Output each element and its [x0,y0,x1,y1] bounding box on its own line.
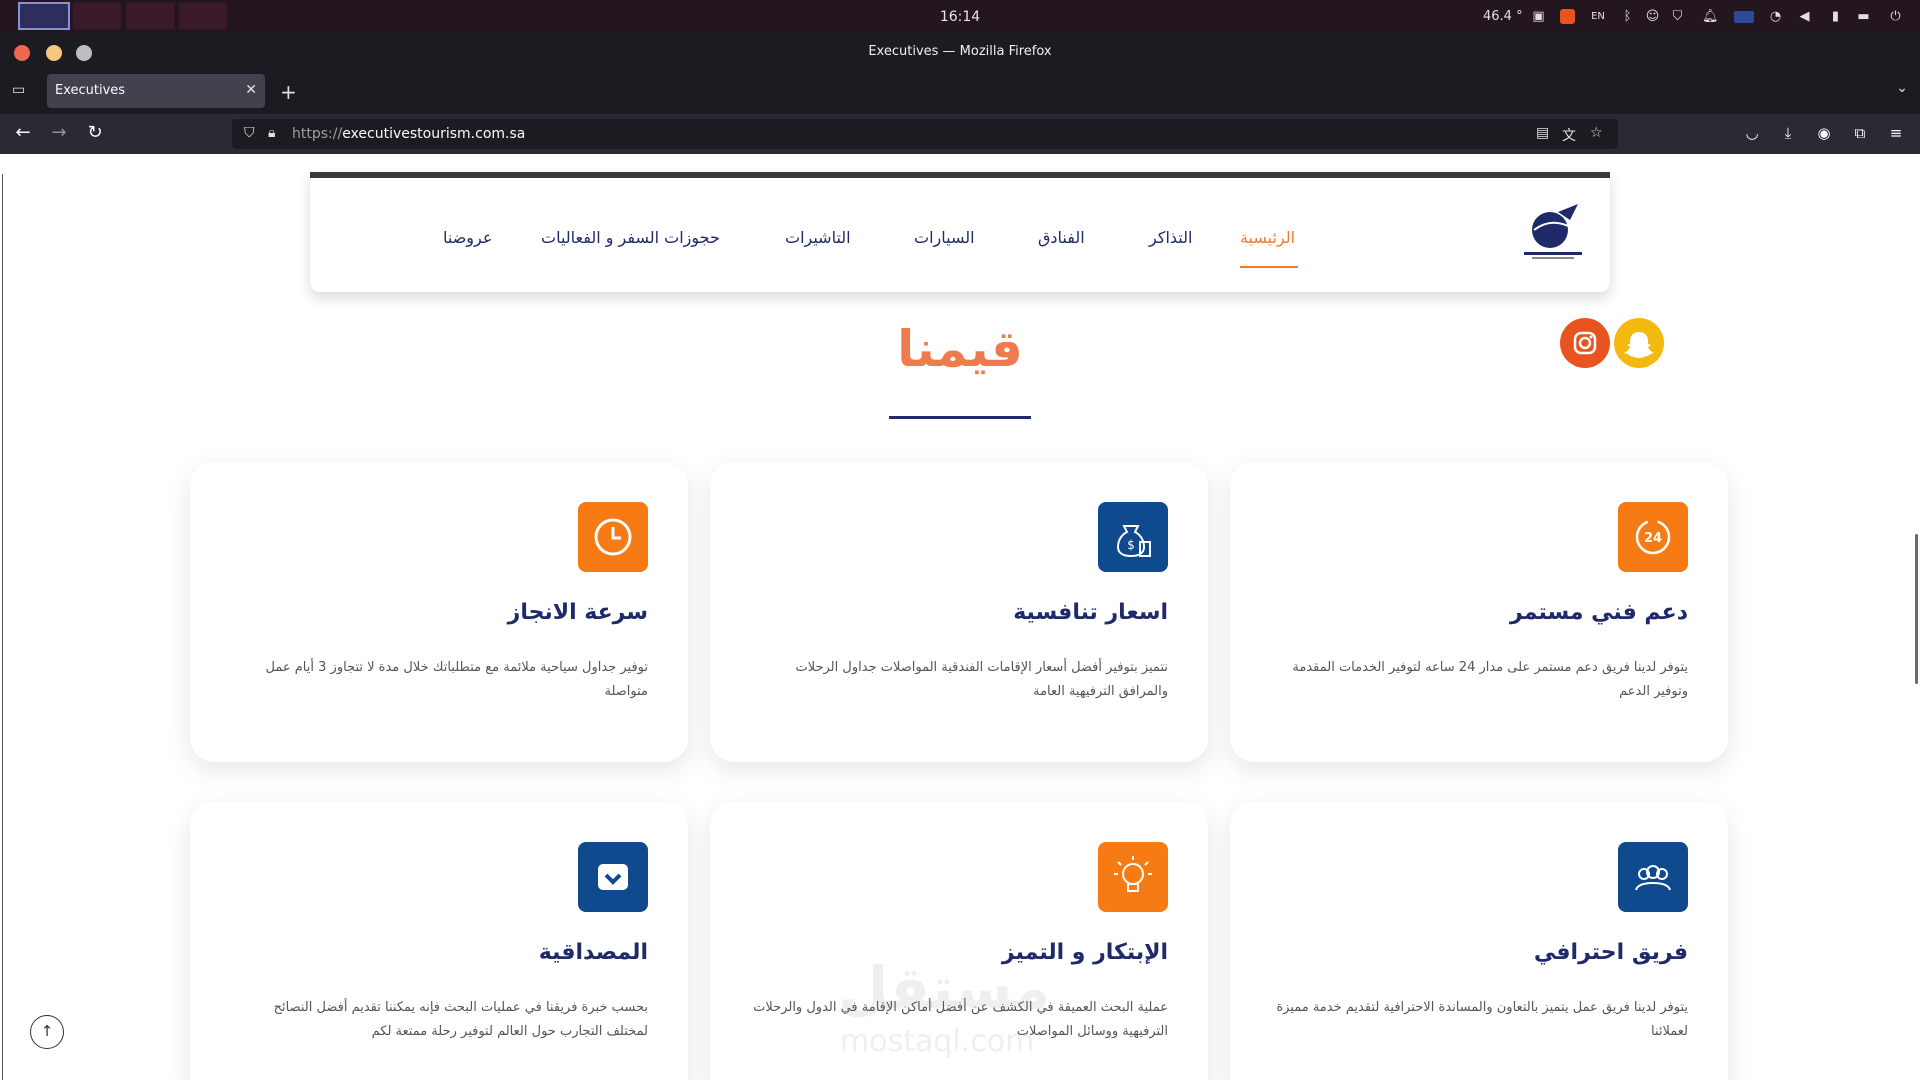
card-description: بحسب خبرة فريقنا في عمليات البحث فإنه يم… [273,1000,648,1039]
volume-icon[interactable]: ◀ [1797,9,1812,24]
bluetooth-icon[interactable]: ᛒ [1620,9,1635,24]
card-title: فريق احترافي [1533,940,1688,965]
lightbulb-icon [1098,842,1174,918]
window-titlebar: Executives — Mozilla Firefox [0,34,1920,70]
browser-tab[interactable]: Executives ✕ [47,74,265,108]
card-title: اسعار تنافسية [1013,600,1168,625]
bookmark-star-icon[interactable]: ☆ [1590,125,1603,141]
card-title: دعم فني مستمر [1510,600,1688,625]
section-title: قيمنا [897,320,1023,378]
shield-check-icon [578,842,654,918]
tab-title: Executives [55,83,126,98]
money-bag-icon: $ [1098,502,1174,578]
keyboard-language[interactable]: EN [1588,9,1608,24]
app-indicator-icon[interactable] [1560,9,1575,24]
folder-icon[interactable]: ▬ [1856,9,1871,24]
extensions-icon[interactable]: ⧉ [1850,124,1870,142]
value-card: $ اسعار تنافسية نتميز بتوفير أفضل أسعار ال… [710,462,1208,762]
nav-link-1[interactable]: التذاكر [1149,228,1192,247]
nav-link-4[interactable]: التاشيرات [785,228,851,247]
nav-link-3[interactable]: السيارات [914,228,975,247]
url-domain: executivestourism.com.sa [342,126,526,142]
watermark-domain: mostaql.com [840,1024,1035,1059]
value-card: المصداقية بحسب خبرة فريقنا في عمليات البح… [190,802,688,1080]
downloads-icon[interactable]: ⤓ [1778,124,1798,142]
nav-link-6[interactable]: عروضنا [443,228,492,247]
system-top-bar: 16:14 46.4 ° ▣ EN ᛒ ☺ ⛉ 🔔︎ ◔ ◀ ▮ ▬ ⏻ [0,0,1920,34]
clock-icon [578,502,654,578]
notification-bell-icon[interactable]: 🔔︎ [1702,9,1719,24]
title-divider [889,416,1031,419]
card-description: يتوفر لدينا فريق عمل يتميز بالتعاون والم… [1276,1000,1688,1039]
url-bar[interactable]: ⛉ 🔒︎ https://executivestourism.com.sa ▤ … [232,119,1618,149]
menu-icon[interactable]: ≡ [1886,124,1906,142]
team-icon [1618,842,1694,918]
reader-view-icon[interactable]: ▤ [1536,125,1549,141]
nav-link-2[interactable]: الفنادق [1038,228,1085,247]
tab-bar: ▭ Executives ✕ + ⌄ [0,70,1920,114]
nav-link-0[interactable]: الرئيسية [1240,228,1295,247]
tracking-shield-icon[interactable]: ⛉ [244,125,255,141]
value-card: 24 دعم فني مستمر يتوفر لدينا فريق دعم مستم… [1230,462,1728,762]
forward-button[interactable]: → [48,122,70,143]
watermark: مستقل [838,954,1051,1022]
window-title: Executives — Mozilla Firefox [868,44,1052,59]
card-description: يتوفر لدينا فريق دعم مستمر على مدار 24 س… [1292,660,1688,699]
page-edge [2,174,3,1080]
us-flag-icon[interactable] [1734,11,1754,23]
account-icon[interactable]: ◉ [1814,124,1834,142]
card-description: توفير جداول سياحية ملائمة مع متطلباتك خل… [265,660,649,699]
battery-icon[interactable]: ▮ [1828,9,1843,24]
site-logo[interactable] [1522,200,1584,262]
card-title: المصداقية [538,940,648,965]
browser-navbar: ← → ↻ ⛉ 🔒︎ https://executivestourism.com… [0,114,1920,154]
page-scrollbar[interactable] [1915,534,1918,684]
24h-clock-icon: 24 [1618,502,1694,578]
url-prefix: https:// [292,126,343,142]
card-title: سرعة الانجاز [507,600,648,625]
translate-icon[interactable]: 文 [1562,125,1576,145]
back-button[interactable]: ← [12,122,34,143]
site-header: الرئيسية التذاكر الفنادق السيارات التاشيرات ح… [310,172,1610,292]
web-page: الرئيسية التذاكر الفنادق السيارات التاشيرات ح… [0,154,1920,1080]
chevron-down-icon[interactable]: ⌄ [1896,80,1908,96]
value-card: فريق احترافي يتوفر لدينا فريق عمل يتميز ب… [1230,802,1728,1080]
tab-overview-icon[interactable]: ▭ [12,82,25,98]
pocket-icon[interactable]: ◡ [1742,124,1762,142]
screenshot-icon[interactable]: ▣ [1531,9,1546,24]
card-description: نتميز بتوفير أفضل أسعار الإقامات الفندقي… [795,660,1168,699]
active-nav-underline [1240,266,1298,268]
lock-icon[interactable]: 🔒︎ [268,125,275,141]
wifi-icon[interactable]: ◔ [1768,9,1783,24]
weather-temperature[interactable]: 46.4 ° [1483,9,1523,24]
reload-button[interactable]: ↻ [84,122,106,143]
close-icon[interactable]: ✕ [245,82,257,98]
new-tab-button[interactable]: + [280,80,297,104]
vpn-shield-icon[interactable]: ⛉ [1670,9,1685,24]
scroll-to-top-button[interactable]: ↑ [30,1015,64,1049]
extension-icon[interactable]: ☺ [1645,9,1660,24]
svg-text:24: 24 [1644,531,1662,546]
power-icon[interactable]: ⏻ [1888,9,1903,24]
nav-link-5[interactable]: حجوزات السفر و الفعاليات [541,228,720,247]
value-card: سرعة الانجاز توفير جداول سياحية ملائمة مع… [190,462,688,762]
url-text[interactable]: https://executivestourism.com.sa [292,126,525,142]
svg-text:$: $ [1127,538,1135,552]
